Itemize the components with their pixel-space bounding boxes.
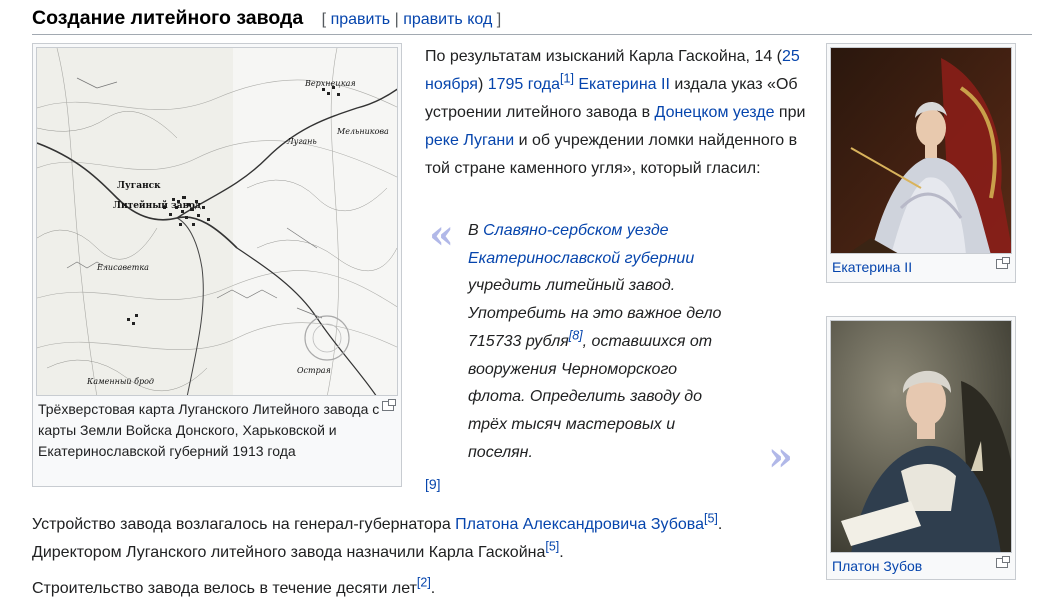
zubov-caption-link[interactable]: Платон Зубов xyxy=(832,558,922,574)
footnote-ref[interactable]: [5] xyxy=(704,512,718,526)
quote-segment: , оставшихся от вооружения Черноморского… xyxy=(468,332,713,461)
section-title: Создание литейного завода xyxy=(32,7,304,29)
map-label-a: Верхнецкая xyxy=(304,79,356,88)
map-label-c: Литейный завод xyxy=(113,200,201,211)
quote-text: В Славяно-сербском уезде Екатеринославск… xyxy=(468,217,738,466)
map-label-d: Елисаветка xyxy=(96,263,149,272)
link-catherine[interactable]: Екатерина II xyxy=(578,76,670,93)
footnote-ref[interactable]: [2] xyxy=(417,576,431,590)
map-label-b: Луганск xyxy=(117,181,161,191)
catherine-caption-link[interactable]: Екатерина II xyxy=(832,259,912,275)
para-text: Директором Луганского литейного завода н… xyxy=(32,544,546,561)
para-text: . xyxy=(430,580,436,597)
footnote-ref[interactable]: [5] xyxy=(545,540,559,554)
intro-text: при xyxy=(774,104,806,121)
quote-open-icon: « xyxy=(429,211,454,258)
footnote-ref[interactable]: [9] xyxy=(425,476,441,492)
section-heading: Создание литейного завода [ править | пр… xyxy=(32,5,1032,35)
edit-link[interactable]: править xyxy=(331,11,391,28)
zubov-caption: Платон Зубов xyxy=(830,553,1012,577)
catherine-figure: Екатерина II xyxy=(826,43,1016,283)
link-year[interactable]: 1795 года xyxy=(488,76,560,93)
map-caption-text: Трёхверстовая карта Луганского Литейного… xyxy=(38,401,380,459)
para-text: . xyxy=(559,544,564,561)
intro-paragraph: По результатам изысканий Карла Гаскойна,… xyxy=(425,43,810,183)
paragraph-zubov: Устройство завода возлагалось на генерал… xyxy=(32,511,822,567)
catherine-portrait-illustration xyxy=(831,48,1011,253)
paragraph-construction: Строительство завода велось в течение де… xyxy=(32,575,822,603)
blockquote: « В Славяно-сербском уезде Екатеринослав… xyxy=(425,211,810,480)
para-text: Устройство завода возлагалось на генерал… xyxy=(32,516,456,533)
quote-citation: [9] xyxy=(425,476,441,492)
edit-links: [ править | править код ] xyxy=(322,11,502,28)
edit-bracket-close: ] xyxy=(496,11,502,28)
map-label-e: Лугань xyxy=(286,137,317,146)
map-caption: Трёхверстовая карта Луганского Литейного… xyxy=(36,396,398,462)
para-text: Строительство завода велось в течение де… xyxy=(32,580,417,597)
map-image[interactable]: Верхнецкая Луганск Литейный завод Елисав… xyxy=(36,47,398,396)
catherine-caption: Екатерина II xyxy=(830,254,1012,278)
map-label-f: Острая xyxy=(297,366,331,375)
magnify-icon[interactable] xyxy=(996,556,1010,568)
intro-text: ) xyxy=(477,76,488,93)
intro-text: По результатам изысканий Карла Гаскойна,… xyxy=(425,48,783,65)
edit-separator: | xyxy=(394,11,399,28)
link-donetsk-uezd[interactable]: Донецком уезде xyxy=(655,104,775,121)
link-zubov[interactable]: Платона Александровича Зубова xyxy=(455,516,704,533)
magnify-icon[interactable] xyxy=(996,257,1010,269)
link-lugan-river[interactable]: реке Лугани xyxy=(425,132,514,149)
edit-code-link[interactable]: править код xyxy=(403,11,492,28)
quote-close-icon: » xyxy=(768,433,793,480)
zubov-portrait[interactable] xyxy=(830,320,1012,553)
catherine-portrait[interactable] xyxy=(830,47,1012,254)
zubov-figure: Платон Зубов xyxy=(826,316,1016,580)
magnify-icon[interactable] xyxy=(382,399,396,411)
link-ekaterinoslav-gubernia[interactable]: Екатеринославской губернии xyxy=(468,250,694,267)
zubov-portrait-illustration xyxy=(831,321,1011,552)
map-label-h: Каменный брод xyxy=(86,377,154,386)
link-slavyano-serbsky-uezd[interactable]: Славяно-сербском уезде xyxy=(483,222,668,239)
map-illustration: Верхнецкая Луганск Литейный завод Елисав… xyxy=(37,48,397,395)
quote-segment: В xyxy=(468,222,484,239)
footnote-ref[interactable]: [1] xyxy=(560,72,574,86)
footnote-ref[interactable]: [8] xyxy=(569,328,583,342)
map-label-g: Мельникова xyxy=(336,127,389,136)
edit-bracket-open: [ xyxy=(321,11,327,28)
map-figure: Верхнецкая Луганск Литейный завод Елисав… xyxy=(32,43,402,487)
para-text: . xyxy=(717,516,723,533)
